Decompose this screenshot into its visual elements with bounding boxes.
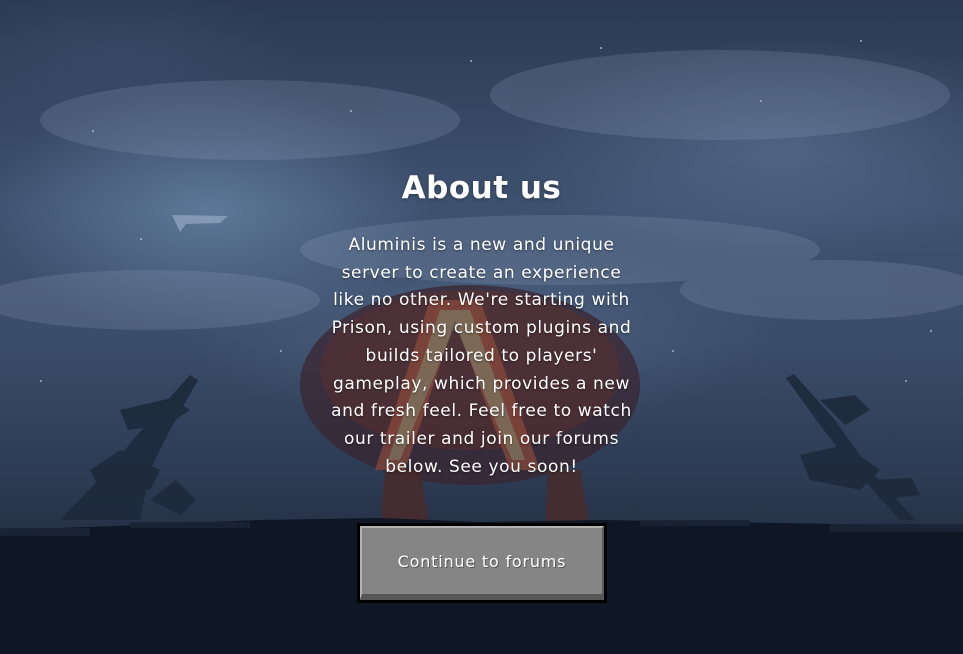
continue-to-forums-button[interactable]: Continue to forums — [357, 523, 607, 603]
page-background: About us Aluminis is a new and unique se… — [0, 0, 963, 654]
continue-to-forums-label: Continue to forums — [360, 526, 604, 600]
about-description: Aluminis is a new and unique server to c… — [331, 235, 632, 477]
about-section: About us Aluminis is a new and unique se… — [0, 0, 963, 654]
page-title: About us — [401, 170, 562, 206]
